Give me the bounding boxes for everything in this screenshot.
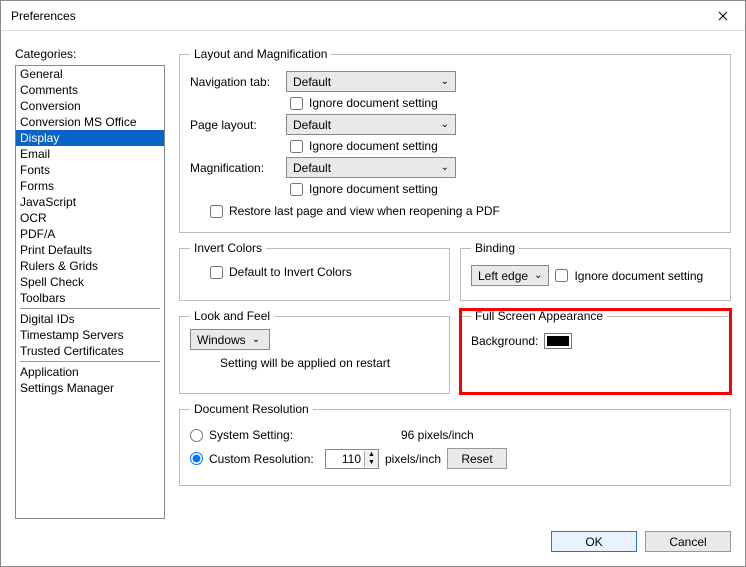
category-item-settings-manager[interactable]: Settings Manager [16, 380, 164, 396]
cancel-button[interactable]: Cancel [645, 531, 731, 552]
titlebar: Preferences [1, 1, 745, 31]
look-and-feel-group: Look and Feel Windows ⌄ Setting will be … [179, 309, 450, 394]
category-item-fonts[interactable]: Fonts [16, 162, 164, 178]
category-item-digital-ids[interactable]: Digital IDs [16, 311, 164, 327]
binding-group: Binding Left edge ⌄ Ignore document sett… [460, 241, 731, 301]
background-label: Background: [471, 334, 538, 348]
default-invert-checkbox[interactable] [210, 266, 223, 279]
custom-resolution-radio[interactable] [190, 452, 203, 465]
category-item-conversion[interactable]: Conversion [16, 98, 164, 114]
look-value: Windows [197, 333, 246, 347]
window-title: Preferences [11, 9, 76, 23]
background-color-picker[interactable] [544, 333, 572, 349]
restore-last-page-checkbox[interactable] [210, 205, 223, 218]
close-icon [718, 8, 728, 24]
custom-resolution-label: Custom Resolution: [209, 452, 319, 466]
nav-ignore-label: Ignore document setting [309, 96, 438, 110]
document-resolution-group: Document Resolution System Setting: 96 p… [179, 402, 731, 486]
category-item-toolbars[interactable]: Toolbars [16, 290, 164, 306]
layout-magnification-group: Layout and Magnification Navigation tab:… [179, 47, 731, 233]
invert-colors-group: Invert Colors Default to Invert Colors [179, 241, 450, 301]
categories-column: Categories: GeneralCommentsConversionCon… [15, 47, 165, 519]
system-setting-radio[interactable] [190, 429, 203, 442]
nav-ignore-checkbox[interactable] [290, 97, 303, 110]
navigation-tab-select[interactable]: Default ⌄ [286, 71, 456, 92]
navigation-tab-value: Default [293, 75, 331, 89]
spinner-down-icon[interactable]: ▼ [365, 459, 378, 467]
invert-colors-legend: Invert Colors [190, 241, 266, 255]
category-item-display[interactable]: Display [16, 130, 164, 146]
magnification-label: Magnification: [190, 161, 280, 175]
chevron-down-icon: ⌄ [441, 119, 449, 130]
category-separator [20, 361, 160, 362]
settings-panel: Layout and Magnification Navigation tab:… [179, 47, 731, 519]
navigation-tab-label: Navigation tab: [190, 75, 280, 89]
layout-ignore-label: Ignore document setting [309, 139, 438, 153]
look-note: Setting will be applied on restart [220, 356, 439, 370]
layout-ignore-checkbox[interactable] [290, 140, 303, 153]
binding-legend: Binding [471, 241, 519, 255]
categories-list[interactable]: GeneralCommentsConversionConversion MS O… [15, 65, 165, 519]
category-item-spell-check[interactable]: Spell Check [16, 274, 164, 290]
binding-select[interactable]: Left edge ⌄ [471, 265, 549, 286]
page-layout-value: Default [293, 118, 331, 132]
system-setting-label: System Setting: [209, 428, 319, 442]
dialog-body: Categories: GeneralCommentsConversionCon… [1, 31, 745, 525]
look-and-feel-legend: Look and Feel [190, 309, 274, 323]
category-item-application[interactable]: Application [16, 364, 164, 380]
default-invert-label: Default to Invert Colors [229, 265, 352, 279]
category-item-javascript[interactable]: JavaScript [16, 194, 164, 210]
category-item-trusted-certificates[interactable]: Trusted Certificates [16, 343, 164, 359]
category-item-pdf-a[interactable]: PDF/A [16, 226, 164, 242]
category-item-timestamp-servers[interactable]: Timestamp Servers [16, 327, 164, 343]
ok-button[interactable]: OK [551, 531, 637, 552]
category-separator [20, 308, 160, 309]
document-resolution-legend: Document Resolution [190, 402, 313, 416]
category-item-ocr[interactable]: OCR [16, 210, 164, 226]
chevron-down-icon: ⌄ [441, 162, 449, 173]
category-item-rulers-grids[interactable]: Rulers & Grids [16, 258, 164, 274]
color-swatch-inner [547, 336, 569, 346]
custom-resolution-value: 110 [326, 452, 364, 466]
preferences-window: Preferences Categories: GeneralCommentsC… [0, 0, 746, 567]
page-layout-select[interactable]: Default ⌄ [286, 114, 456, 135]
dialog-footer: OK Cancel [1, 525, 745, 566]
spinner-up-icon[interactable]: ▲ [365, 451, 378, 459]
category-item-email[interactable]: Email [16, 146, 164, 162]
look-select[interactable]: Windows ⌄ [190, 329, 270, 350]
mag-ignore-checkbox[interactable] [290, 183, 303, 196]
binding-ignore-label: Ignore document setting [574, 269, 703, 283]
binding-value: Left edge [478, 269, 528, 283]
chevron-down-icon: ⌄ [252, 334, 260, 345]
category-item-comments[interactable]: Comments [16, 82, 164, 98]
category-item-conversion-ms-office[interactable]: Conversion MS Office [16, 114, 164, 130]
system-setting-value: 96 pixels/inch [401, 428, 474, 442]
full-screen-group: Full Screen Appearance Background: [460, 309, 731, 394]
magnification-select[interactable]: Default ⌄ [286, 157, 456, 178]
full-screen-legend: Full Screen Appearance [471, 309, 607, 323]
page-layout-label: Page layout: [190, 118, 280, 132]
layout-magnification-legend: Layout and Magnification [190, 47, 331, 61]
category-item-forms[interactable]: Forms [16, 178, 164, 194]
mag-ignore-label: Ignore document setting [309, 182, 438, 196]
reset-button[interactable]: Reset [447, 448, 507, 469]
chevron-down-icon: ⌄ [441, 76, 449, 87]
chevron-down-icon: ⌄ [534, 270, 542, 281]
restore-last-page-label: Restore last page and view when reopenin… [229, 204, 500, 218]
window-close-button[interactable] [700, 1, 745, 31]
category-item-print-defaults[interactable]: Print Defaults [16, 242, 164, 258]
binding-ignore-checkbox[interactable] [555, 269, 568, 282]
category-item-general[interactable]: General [16, 66, 164, 82]
resolution-unit: pixels/inch [385, 452, 441, 466]
categories-label: Categories: [15, 47, 165, 61]
custom-resolution-spinner[interactable]: 110 ▲▼ [325, 449, 379, 469]
magnification-value: Default [293, 161, 331, 175]
